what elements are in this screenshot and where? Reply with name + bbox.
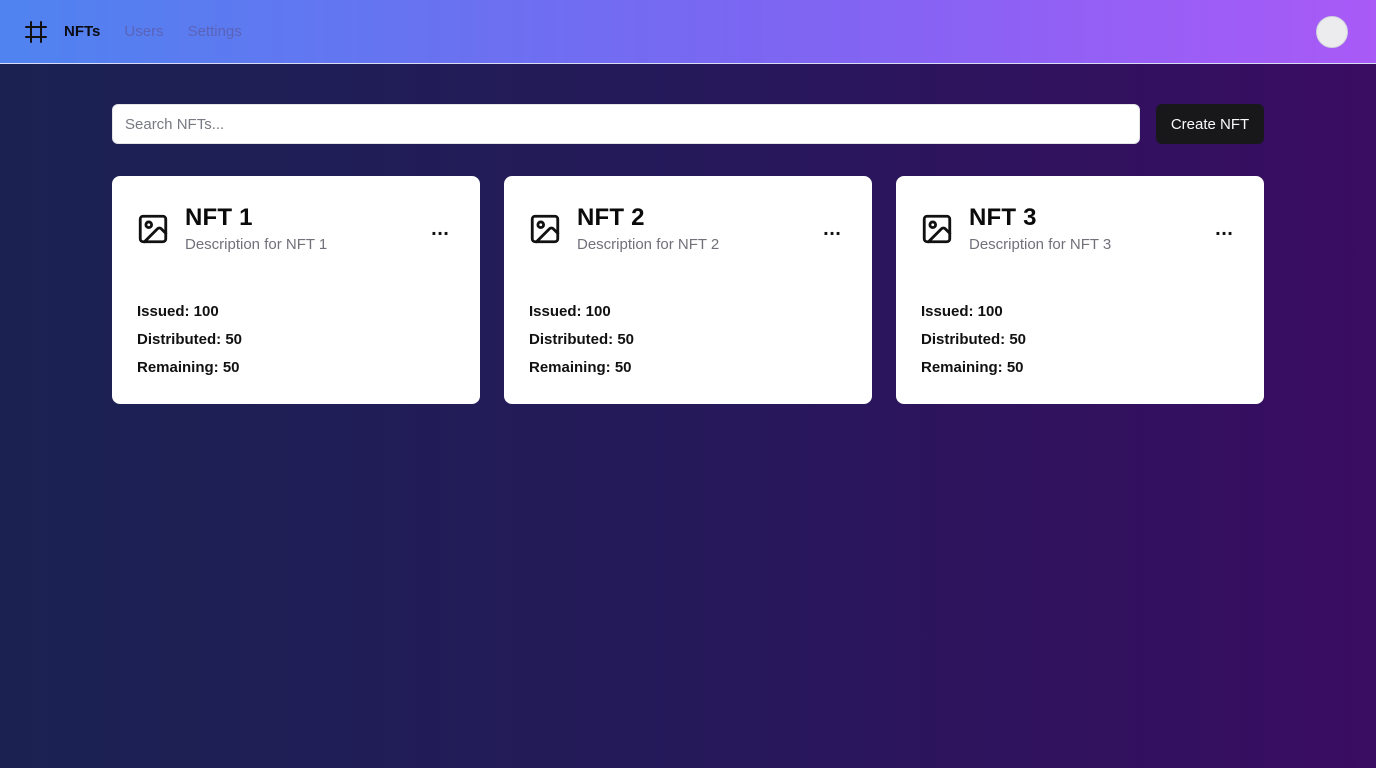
distributed-count: Distributed: 50: [921, 331, 1027, 348]
nft-card[interactable]: NFT 3 Description for NFT 3 ... Issued: …: [896, 176, 1264, 404]
card-description: Description for NFT 2: [577, 236, 720, 253]
hash-icon[interactable]: [24, 20, 48, 44]
card-stats: Issued: 100 Distributed: 50 Remaining: 5…: [921, 302, 1026, 386]
nft-card[interactable]: NFT 2 Description for NFT 2 ... Issued: …: [504, 176, 872, 404]
search-input[interactable]: [112, 104, 1140, 144]
distributed-count: Distributed: 50: [137, 331, 243, 348]
image-icon: [136, 212, 170, 246]
create-nft-button[interactable]: Create NFT: [1156, 104, 1264, 144]
remaining-count: Remaining: 50: [529, 359, 632, 376]
card-stats: Issued: 100 Distributed: 50 Remaining: 5…: [529, 302, 634, 386]
more-options-icon[interactable]: ...: [1212, 220, 1236, 240]
card-title: NFT 1: [185, 204, 253, 231]
more-options-icon[interactable]: ...: [820, 220, 844, 240]
image-icon: [920, 212, 954, 246]
card-description: Description for NFT 1: [185, 236, 328, 253]
nav-link-users[interactable]: Users: [124, 23, 163, 40]
nft-card-grid: NFT 1 Description for NFT 1 ... Issued: …: [112, 176, 1264, 404]
nft-card[interactable]: NFT 1 Description for NFT 1 ... Issued: …: [112, 176, 480, 404]
top-nav-bar: NFTs Users Settings: [0, 0, 1376, 64]
card-title: NFT 3: [969, 204, 1037, 231]
card-description: Description for NFT 3: [969, 236, 1112, 253]
image-icon: [528, 212, 562, 246]
toolbar: Create NFT: [112, 104, 1264, 144]
issued-count: Issued: 100: [529, 303, 611, 320]
issued-count: Issued: 100: [921, 303, 1003, 320]
nav-link-nfts[interactable]: NFTs: [64, 23, 100, 40]
remaining-count: Remaining: 50: [137, 359, 240, 376]
more-options-icon[interactable]: ...: [428, 220, 452, 240]
issued-count: Issued: 100: [137, 303, 219, 320]
nav-link-settings[interactable]: Settings: [188, 23, 242, 40]
avatar[interactable]: [1316, 16, 1348, 48]
card-stats: Issued: 100 Distributed: 50 Remaining: 5…: [137, 302, 242, 386]
remaining-count: Remaining: 50: [921, 359, 1024, 376]
card-title: NFT 2: [577, 204, 645, 231]
distributed-count: Distributed: 50: [529, 331, 635, 348]
